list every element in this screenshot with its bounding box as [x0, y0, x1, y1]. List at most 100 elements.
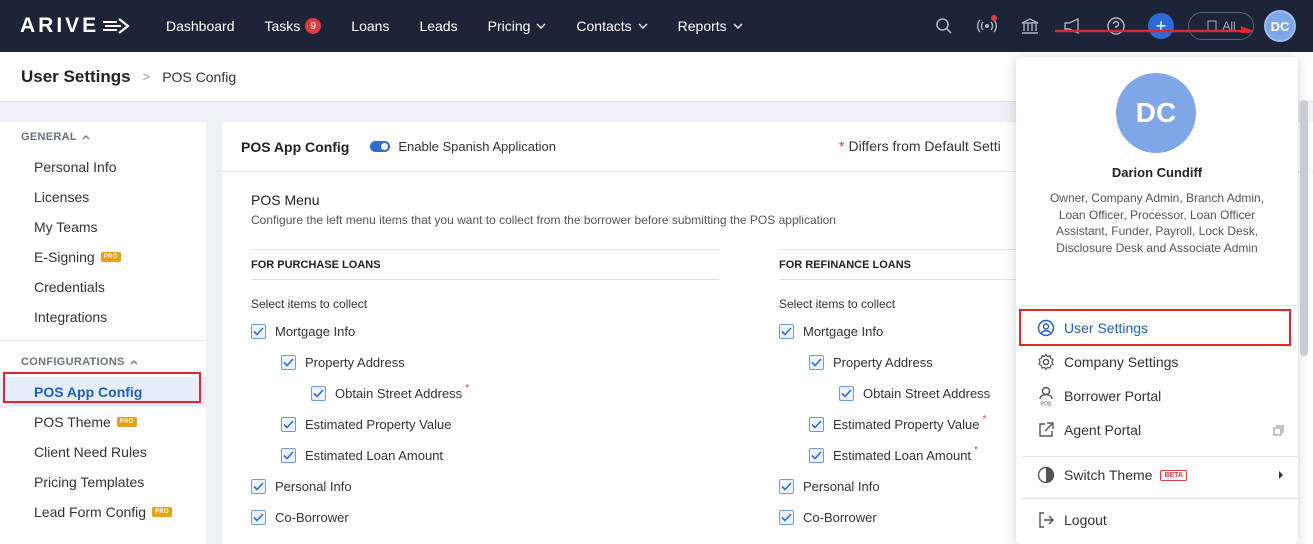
menu-divider [1022, 456, 1298, 457]
check-icon [811, 451, 822, 460]
check-icon [253, 513, 264, 522]
chevron-up-icon [130, 359, 138, 364]
user-name: Darion Cundiff [1111, 165, 1203, 180]
section-general[interactable]: GENERAL [0, 122, 206, 152]
checkbox[interactable] [251, 479, 266, 494]
external-link-icon [1036, 420, 1056, 440]
logo-text: ARIVE [20, 14, 100, 37]
checkbox-label: Obtain Street Address [335, 386, 463, 401]
checkbox-label: Co-Borrower [275, 510, 349, 525]
checkbox[interactable] [839, 386, 854, 401]
menu-item-label: Logout [1064, 512, 1107, 528]
main-nav: Dashboard Tasks 9 Loans Leads Pricing Con… [166, 18, 773, 34]
tasks-count-badge: 9 [305, 18, 322, 34]
sidebar-item-label: Client Need Rules [34, 444, 147, 460]
arive-logo[interactable]: ARIVE [20, 14, 144, 38]
help-icon[interactable] [1105, 15, 1127, 37]
nav-label: Loans [351, 18, 390, 34]
nav-loans[interactable]: Loans [351, 18, 389, 34]
column-heading: FOR PURCHASE LOANS [251, 249, 719, 280]
nav-contacts[interactable]: Contacts [576, 18, 648, 34]
menu-item-agent-portal[interactable]: Agent Portal [1036, 415, 1292, 445]
bank-icon[interactable] [1019, 15, 1041, 37]
sidebar-item-client-need-rules[interactable]: Client Need Rules [0, 437, 206, 467]
menu-item-user-settings[interactable]: User Settings [1036, 313, 1292, 343]
differs-text: Differs from Default Setti [848, 138, 1001, 154]
sidebar-divider [0, 340, 206, 341]
sidebar-item-personal-info[interactable]: Personal Info [0, 152, 206, 182]
menu-item-company-settings[interactable]: Company Settings [1036, 347, 1292, 377]
checkbox[interactable] [779, 324, 794, 339]
menu-item-borrower-portal[interactable]: POS Borrower Portal [1036, 381, 1292, 411]
sidebar-item-e-signing[interactable]: E-Signing PRO [0, 242, 206, 272]
checkbox[interactable] [809, 417, 824, 432]
pro-badge: PRO [116, 417, 137, 427]
gear-icon [1036, 352, 1056, 372]
check-icon [841, 389, 852, 398]
checkbox-label: Estimated Property Value [833, 417, 980, 432]
menu-item-label: Company Settings [1064, 354, 1179, 370]
checkbox[interactable] [779, 510, 794, 525]
user-avatar-large: DC [1116, 73, 1196, 153]
sidebar-item-label: POS App Config [34, 384, 143, 400]
sidebar-item-my-teams[interactable]: My Teams [0, 212, 206, 242]
sidebar-item-credentials[interactable]: Credentials [0, 272, 206, 302]
megaphone-icon[interactable] [1062, 15, 1084, 37]
nav-reports[interactable]: Reports [678, 18, 743, 34]
sidebar-item-licenses[interactable]: Licenses [0, 182, 206, 212]
pro-badge: PRO [100, 252, 121, 262]
checkbox[interactable] [809, 355, 824, 370]
nav-label: Reports [677, 18, 727, 34]
sidebar-item-pos-app-config[interactable]: POS App Config [0, 377, 206, 407]
page-title[interactable]: User Settings [21, 67, 131, 87]
nav-leads[interactable]: Leads [419, 18, 457, 34]
all-filter-button[interactable]: All [1188, 12, 1254, 40]
purchase-loans-column: FOR PURCHASE LOANS Select items to colle… [251, 249, 719, 533]
sidebar-item-integrations[interactable]: Integrations [0, 302, 206, 332]
create-new-button[interactable]: + [1148, 13, 1174, 39]
checkbox[interactable] [251, 510, 266, 525]
sidebar-item-label: My Teams [34, 219, 98, 235]
checkbox[interactable] [281, 355, 296, 370]
menu-item-label: Agent Portal [1064, 422, 1142, 438]
check-icon [253, 327, 264, 336]
dropdown-scrollbar[interactable] [1300, 100, 1308, 356]
checkbox[interactable] [251, 324, 266, 339]
section-configurations[interactable]: CONFIGURATIONS [0, 347, 206, 377]
sidebar-item-lead-form-config[interactable]: Lead Form Config PRO [0, 497, 206, 527]
nav-tasks[interactable]: Tasks 9 [265, 18, 322, 34]
menu-item-label: User Settings [1064, 320, 1149, 336]
nav-label: Contacts [576, 18, 632, 34]
menu-item-switch-theme[interactable]: Switch Theme BETA [1036, 460, 1292, 490]
user-avatar-button[interactable]: DC [1264, 10, 1296, 42]
nav-pricing[interactable]: Pricing [488, 18, 547, 34]
sidebar-item-pos-theme[interactable]: POS Theme PRO [0, 407, 206, 437]
checkbox[interactable] [281, 448, 296, 463]
nav-label: Pricing [487, 18, 531, 34]
checkbox[interactable] [779, 479, 794, 494]
notification-dot [991, 15, 997, 21]
spanish-application-toggle[interactable] [370, 141, 391, 152]
checkbox[interactable] [281, 417, 296, 432]
open-new-window-icon[interactable] [1273, 425, 1284, 436]
check-icon [283, 451, 294, 460]
broadcast-icon[interactable] [976, 15, 998, 37]
nav-dashboard[interactable]: Dashboard [166, 18, 235, 34]
sidebar-item-pricing-templates[interactable]: Pricing Templates [0, 467, 206, 497]
nav-label: Dashboard [166, 18, 235, 34]
chevron-down-icon [638, 23, 648, 29]
checkbox-label: Obtain Street Address [863, 386, 991, 401]
check-icon [313, 389, 324, 398]
checkbox-row: Estimated Property Value [251, 409, 719, 440]
sidebar-item-label: POS Theme [34, 414, 111, 430]
checkbox-row: Mortgage Info [251, 316, 719, 347]
checkbox[interactable] [809, 448, 824, 463]
nav-label: Leads [419, 18, 458, 34]
check-icon [811, 420, 822, 429]
required-marker: * [982, 414, 987, 425]
menu-item-logout[interactable]: Logout [1036, 505, 1292, 535]
search-icon[interactable] [933, 15, 955, 37]
nav-right-tools: + All DC [933, 0, 1313, 52]
checkbox[interactable] [311, 386, 326, 401]
sidebar-item-label: Licenses [34, 189, 90, 205]
